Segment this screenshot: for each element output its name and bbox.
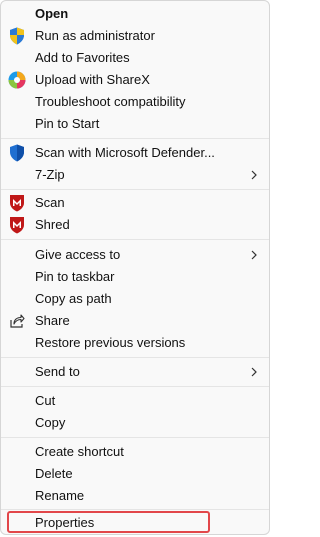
menu-item-delete-label: Delete (35, 466, 73, 481)
menu-item-upload-with-sharex-label: Upload with ShareX (35, 72, 150, 87)
menu-item-rename-label: Rename (35, 488, 85, 503)
menu-item-shred[interactable]: Shred (1, 214, 269, 236)
menu-item-create-shortcut-label: Create shortcut (35, 444, 124, 459)
menu-item-copy-as-path-label: Copy as path (35, 291, 112, 306)
menu-item-delete[interactable]: Delete (1, 463, 269, 485)
menu-item-restore-previous-versions[interactable]: Restore previous versions (1, 332, 269, 354)
menu-item-cut[interactable]: Cut (1, 390, 269, 412)
menu-item-send-to-label: Send to (35, 364, 80, 379)
mcafee-icon (8, 216, 26, 234)
menu-item-run-as-administrator[interactable]: Run as administrator (1, 25, 269, 47)
share-icon (8, 312, 26, 330)
menu-item-create-shortcut[interactable]: Create shortcut (1, 441, 269, 463)
menu-item-pin-to-taskbar-label: Pin to taskbar (35, 269, 115, 284)
menu-item-open[interactable]: Open (1, 3, 269, 25)
menu-item-restore-previous-versions-label: Restore previous versions (35, 335, 186, 350)
chevron-right-icon (249, 169, 259, 181)
menu-item-scan[interactable]: Scan (1, 192, 269, 214)
menu-item-copy[interactable]: Copy (1, 412, 269, 434)
menu-separator (1, 437, 269, 438)
chevron-right-icon (249, 366, 259, 378)
menu-separator (1, 189, 269, 190)
menu-separator (1, 386, 269, 387)
menu-separator (1, 357, 269, 358)
menu-item-7zip[interactable]: 7-Zip (1, 164, 269, 186)
sharex-icon (8, 71, 26, 89)
menu-item-give-access-to[interactable]: Give access to (1, 244, 269, 266)
menu-item-give-access-to-label: Give access to (35, 247, 121, 262)
menu-item-send-to[interactable]: Send to (1, 361, 269, 383)
menu-separator (1, 509, 269, 510)
menu-item-add-to-favorites[interactable]: Add to Favorites (1, 47, 269, 69)
menu-item-add-to-favorites-label: Add to Favorites (35, 50, 130, 65)
menu-item-open-label: Open (35, 6, 69, 21)
properties-highlight-box (7, 511, 210, 533)
defender-shield-icon (8, 144, 26, 162)
menu-item-scan-with-defender[interactable]: Scan with Microsoft Defender... (1, 142, 269, 164)
chevron-right-icon (249, 249, 259, 261)
menu-item-troubleshoot-compatibility[interactable]: Troubleshoot compatibility (1, 91, 269, 113)
menu-item-share-label: Share (35, 313, 70, 328)
menu-item-rename[interactable]: Rename (1, 485, 269, 507)
menu-item-shred-label: Shred (35, 217, 70, 232)
menu-item-share[interactable]: Share (1, 310, 269, 332)
menu-item-pin-to-start[interactable]: Pin to Start (1, 113, 269, 135)
context-menu: Open Run as administrator Add to Favorit… (0, 0, 270, 535)
menu-item-troubleshoot-compatibility-label: Troubleshoot compatibility (35, 94, 186, 109)
menu-item-scan-label: Scan (35, 195, 65, 210)
menu-item-7zip-label: 7-Zip (35, 167, 65, 182)
uac-shield-icon (8, 27, 26, 45)
menu-item-copy-label: Copy (35, 415, 66, 430)
menu-item-cut-label: Cut (35, 393, 56, 408)
menu-item-pin-to-start-label: Pin to Start (35, 116, 100, 131)
mcafee-icon (8, 194, 26, 212)
menu-item-run-as-administrator-label: Run as administrator (35, 28, 155, 43)
menu-item-scan-with-defender-label: Scan with Microsoft Defender... (35, 145, 215, 160)
menu-item-copy-as-path[interactable]: Copy as path (1, 288, 269, 310)
menu-separator (1, 138, 269, 139)
menu-separator (1, 239, 269, 240)
menu-item-upload-with-sharex[interactable]: Upload with ShareX (1, 69, 269, 91)
menu-item-pin-to-taskbar[interactable]: Pin to taskbar (1, 266, 269, 288)
